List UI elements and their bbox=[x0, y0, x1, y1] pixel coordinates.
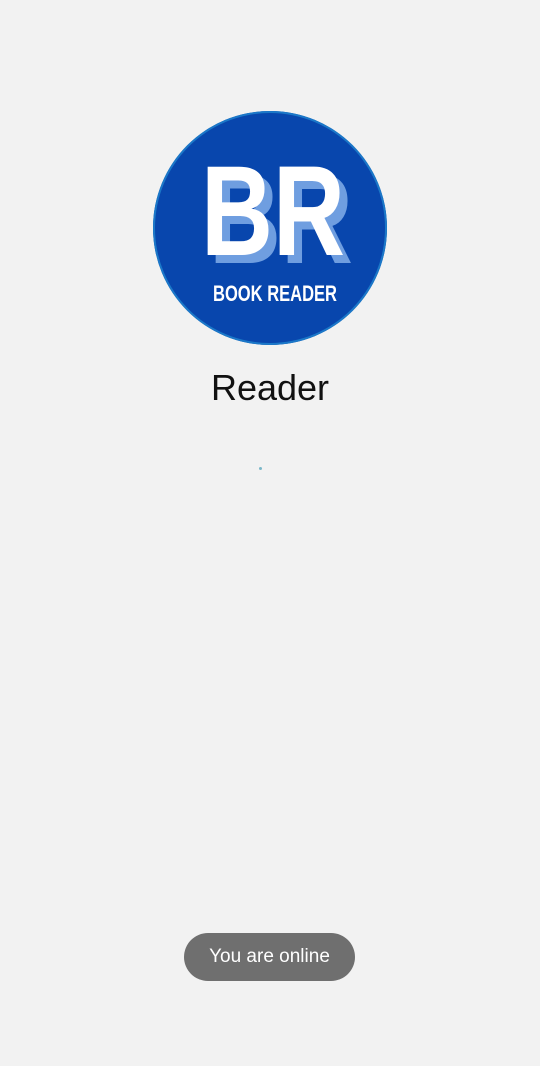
toast-message: You are online bbox=[184, 933, 355, 981]
loading-spinner-icon bbox=[259, 467, 262, 470]
logo-text: BOOK READER bbox=[213, 281, 337, 306]
app-name: Reader bbox=[210, 367, 330, 408]
app-logo: BR BR BOOK READER bbox=[153, 111, 387, 345]
logo-monogram: BR bbox=[201, 140, 345, 283]
book-reader-logo-icon: BR BR BOOK READER bbox=[201, 140, 353, 306]
splash-screen: BR BR BOOK READER Reader You are online bbox=[0, 0, 540, 1066]
